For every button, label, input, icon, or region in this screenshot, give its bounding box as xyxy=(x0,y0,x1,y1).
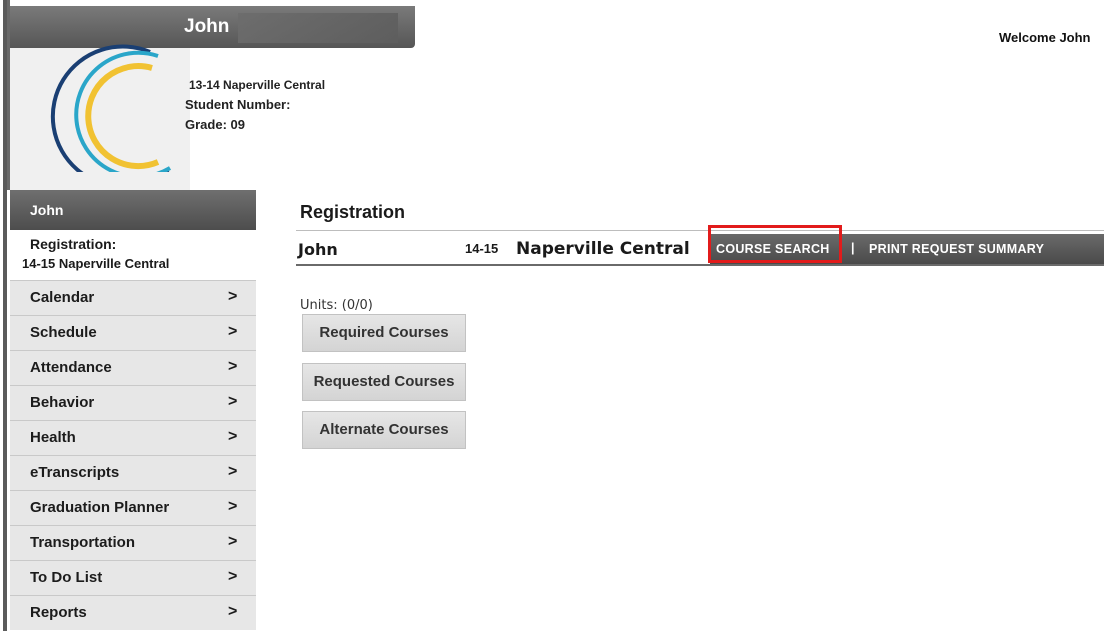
registration-label: Registration: xyxy=(30,236,117,252)
sidebar-item-to-do-list[interactable]: To Do List > xyxy=(10,560,256,595)
units-count: Units: (0/0) xyxy=(300,298,373,313)
sidebar-item-health[interactable]: Health > xyxy=(10,420,256,455)
redacted-area xyxy=(238,13,398,43)
sidebar-item-label: eTranscripts xyxy=(30,464,120,481)
chevron-right-icon: > xyxy=(228,568,238,585)
course-search-link[interactable]: COURSE SEARCH xyxy=(716,242,830,256)
sidebar-item-label: To Do List xyxy=(30,569,103,586)
welcome-message: Welcome John xyxy=(999,30,1091,45)
main-content: Registration John 14-15 Naperville Centr… xyxy=(296,190,1104,631)
sidebar-item-behavior[interactable]: Behavior > xyxy=(10,385,256,420)
title-divider xyxy=(296,230,1104,231)
sidebar-item-reports[interactable]: Reports > xyxy=(10,595,256,630)
school-name: Naperville Central xyxy=(516,239,690,259)
sidebar-item-graduation-planner[interactable]: Graduation Planner > xyxy=(10,490,256,525)
current-school: 13-14 Naperville Central xyxy=(189,78,326,92)
alternate-courses-button[interactable]: Alternate Courses xyxy=(302,411,466,449)
sidebar-item-label: Schedule xyxy=(30,324,97,341)
required-courses-button[interactable]: Required Courses xyxy=(302,314,466,352)
print-request-summary-link[interactable]: PRINT REQUEST SUMMARY xyxy=(869,242,1044,256)
grade-label: Grade: 09 xyxy=(185,117,245,132)
chevron-right-icon: > xyxy=(228,603,238,620)
chevron-right-icon: > xyxy=(228,533,238,550)
registration-school: 14-15 Naperville Central xyxy=(22,256,170,271)
chevron-right-icon: > xyxy=(228,393,238,410)
sidebar-item-label: Attendance xyxy=(30,359,112,376)
chevron-right-icon: > xyxy=(228,323,238,340)
sidebar-item-label: Graduation Planner xyxy=(30,499,170,516)
chevron-right-icon: > xyxy=(228,428,238,445)
action-bar: COURSE SEARCH | PRINT REQUEST SUMMARY xyxy=(710,234,1104,264)
sidebar-item-etranscripts[interactable]: eTranscripts > xyxy=(10,455,256,490)
sidebar-item-attendance[interactable]: Attendance > xyxy=(10,350,256,385)
sidebar: John Registration: 14-15 Naperville Cent… xyxy=(10,190,256,631)
sidebar-registration[interactable]: Registration: 14-15 Naperville Central xyxy=(10,230,256,280)
sidebar-item-label: Behavior xyxy=(30,394,95,411)
chevron-right-icon: > xyxy=(228,358,238,375)
sidebar-title: John xyxy=(10,190,256,230)
sidebar-item-schedule[interactable]: Schedule > xyxy=(10,315,256,350)
registration-header-bar: John 14-15 Naperville Central COURSE SEA… xyxy=(296,234,1104,266)
student-number-label: Student Number: xyxy=(185,97,291,112)
window-edge xyxy=(0,0,10,631)
chevron-right-icon: > xyxy=(228,498,238,515)
sidebar-item-calendar[interactable]: Calendar > xyxy=(10,280,256,315)
chevron-right-icon: > xyxy=(228,463,238,480)
student-name: John xyxy=(298,240,338,259)
requested-courses-button[interactable]: Requested Courses xyxy=(302,363,466,401)
chevron-right-icon: > xyxy=(228,288,238,305)
page-title: Registration xyxy=(300,202,406,222)
sidebar-item-label: Transportation xyxy=(30,534,136,551)
student-info: 13-14 Naperville Central Student Number:… xyxy=(185,75,325,135)
sidebar-item-label: Calendar xyxy=(30,289,95,306)
sidebar-item-label: Reports xyxy=(30,604,87,621)
sidebar-item-transportation[interactable]: Transportation > xyxy=(10,525,256,560)
action-separator: | xyxy=(851,241,855,255)
school-year: 14-15 xyxy=(465,241,499,256)
sidebar-item-label: Health xyxy=(30,429,76,446)
